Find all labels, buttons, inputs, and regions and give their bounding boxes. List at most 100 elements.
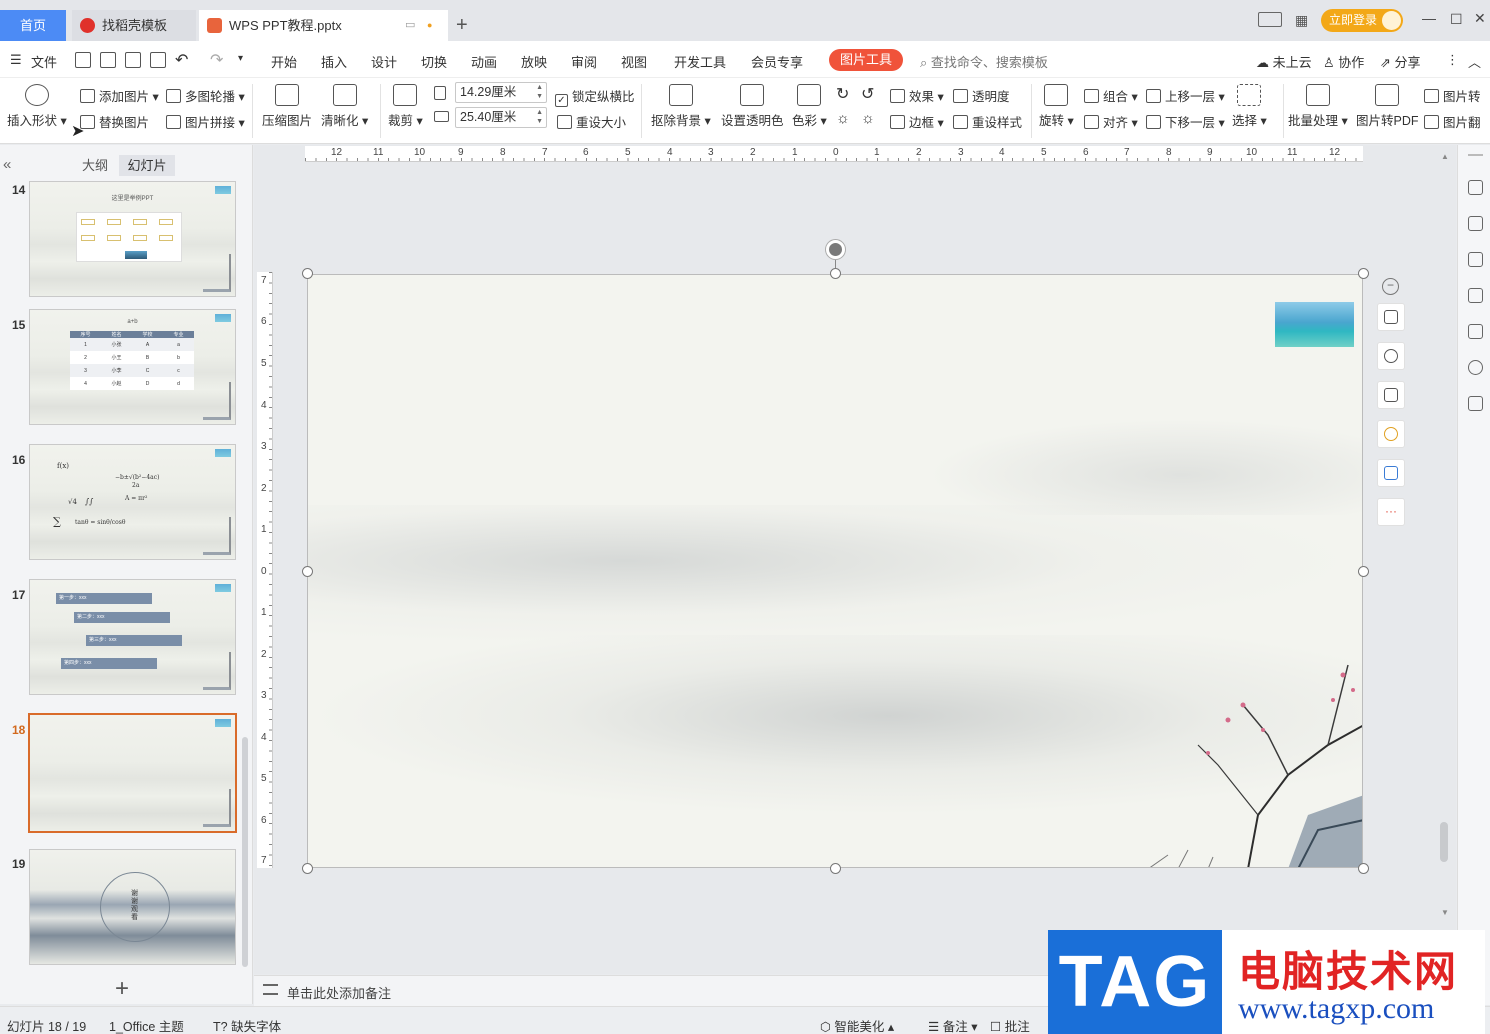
scroll-down-icon[interactable]: ▼	[1441, 908, 1449, 917]
tab-home[interactable]: 首页	[0, 10, 66, 41]
tab-outline[interactable]: 大纲	[75, 155, 115, 176]
missing-font-button[interactable]: T? 缺失字体	[213, 1016, 281, 1034]
insert-shape-button[interactable]: 插入形状 ▾	[7, 84, 67, 129]
menu-view[interactable]: 视图	[621, 52, 647, 71]
effects-button[interactable]: 效果 ▾	[890, 86, 944, 105]
resize-handle[interactable]	[1358, 268, 1369, 279]
settings-sliders-icon[interactable]	[1468, 216, 1483, 231]
menu-transition[interactable]: 切换	[421, 52, 447, 71]
crop-button[interactable]: 裁剪 ▾	[388, 84, 423, 129]
brightness-down-icon[interactable]: ☼	[861, 110, 875, 127]
resize-handle[interactable]	[830, 863, 841, 874]
image-convert-button[interactable]: 图片转	[1424, 86, 1481, 105]
height-input[interactable]: 14.29厘米 ▲ ▼	[455, 82, 547, 103]
current-slide[interactable]	[307, 274, 1363, 868]
zoom-out-icon[interactable]: −	[1382, 278, 1399, 295]
print-icon[interactable]	[125, 52, 141, 68]
copy-icon[interactable]	[1468, 288, 1483, 303]
replace-image-button[interactable]: 替换图片	[80, 112, 149, 131]
image-to-pdf-button[interactable]: 图片转PDF	[1356, 84, 1419, 129]
add-image-button[interactable]: 添加图片 ▾	[80, 86, 159, 105]
share-button[interactable]: ⇗ 分享	[1380, 52, 1421, 71]
menu-start[interactable]: 开始	[271, 52, 297, 71]
smart-beautify-button[interactable]: ⬡ 智能美化 ▴	[820, 1016, 894, 1034]
resize-handle[interactable]	[1358, 566, 1369, 577]
menu-developer[interactable]: 开发工具	[674, 52, 726, 71]
transparency-button[interactable]: 透明度	[953, 86, 1010, 105]
collapse-ribbon-icon[interactable]: ︿	[1468, 52, 1481, 71]
beach-image[interactable]	[1275, 302, 1354, 347]
set-transparent-color-button[interactable]: 设置透明色	[721, 84, 784, 129]
align-button[interactable]: 对齐 ▾	[1084, 112, 1138, 131]
reset-style-button[interactable]: 重设样式	[953, 112, 1022, 131]
batch-process-button[interactable]: 批量处理 ▾	[1288, 84, 1348, 129]
more-dropdown-icon[interactable]: ▾	[238, 53, 243, 64]
notes-toggle-button[interactable]: ☰ 备注 ▾	[928, 1016, 977, 1034]
export-icon[interactable]	[100, 52, 116, 68]
menu-review[interactable]: 审阅	[571, 52, 597, 71]
new-tab-icon[interactable]: +	[456, 14, 468, 37]
collapse-panel-icon[interactable]: «	[3, 156, 11, 173]
rotate-handle-icon[interactable]	[826, 240, 845, 259]
select-button[interactable]: 选择 ▾	[1232, 84, 1267, 129]
notes-placeholder[interactable]: 单击此处添加备注	[287, 983, 391, 1002]
rocket-icon[interactable]	[1468, 180, 1483, 195]
resize-handle[interactable]	[1358, 863, 1369, 874]
menu-design[interactable]: 设计	[371, 52, 397, 71]
spinner-icon[interactable]: ▲ ▼	[536, 83, 543, 101]
multi-carousel-button[interactable]: 多图轮播 ▾	[166, 86, 245, 105]
width-input[interactable]: 25.40厘米 ▲ ▼	[455, 107, 547, 128]
group-button[interactable]: 组合 ▾	[1084, 86, 1138, 105]
contrast-up-icon[interactable]: ↻	[836, 84, 849, 104]
slide-thumbnail-17[interactable]: 第一步：xxx 第二步：xxx 第三步：xxx 第四步：xxx	[29, 579, 236, 695]
crop-float-button[interactable]	[1377, 381, 1405, 409]
minimize-icon[interactable]: —	[1422, 10, 1436, 26]
slide-thumbnail-18[interactable]	[28, 713, 237, 833]
slide-thumbnail-14[interactable]: 这里是举例PPT	[29, 181, 236, 297]
preview-icon[interactable]	[150, 52, 166, 68]
maximize-icon[interactable]: ☐	[1450, 11, 1463, 28]
resize-handle[interactable]	[830, 268, 841, 279]
theme-name[interactable]: 1_Office 主题	[109, 1016, 184, 1034]
contrast-down-icon[interactable]: ↺	[861, 84, 874, 104]
tab-template[interactable]: 找稻壳模板	[72, 10, 196, 41]
compass-icon[interactable]	[1468, 360, 1483, 375]
canvas-scrollbar[interactable]	[1440, 822, 1448, 862]
resize-handle[interactable]	[302, 566, 313, 577]
add-slide-icon[interactable]: +	[115, 975, 129, 1003]
cloud-status[interactable]: ☁ 未上云	[1256, 52, 1312, 71]
star-icon[interactable]	[1468, 252, 1483, 267]
idea-button[interactable]	[1377, 420, 1405, 448]
lock-ratio-checkbox[interactable]: ✓ 锁定纵横比	[555, 86, 635, 107]
monitor-icon[interactable]: ▭	[405, 10, 415, 41]
border-button[interactable]: 边框 ▾	[890, 112, 944, 131]
undo-icon[interactable]: ↶	[175, 50, 188, 70]
tab-document[interactable]: WPS PPT教程.pptx ▭ ●	[199, 10, 448, 41]
comments-button[interactable]: ☐ 批注	[990, 1016, 1030, 1034]
bring-forward-button[interactable]: 上移一层 ▾	[1146, 86, 1225, 105]
more-menu-icon[interactable]: ⋮	[1446, 52, 1459, 68]
book-icon[interactable]	[1468, 396, 1483, 411]
scroll-up-icon[interactable]: ▲	[1441, 152, 1449, 161]
slide-thumbnail-19[interactable]: 谢谢观看	[29, 849, 236, 965]
remove-background-button[interactable]: 抠除背景 ▾	[651, 84, 711, 129]
compress-image-button[interactable]: 压缩图片	[262, 84, 312, 129]
sharpen-button[interactable]: 清晰化 ▾	[321, 84, 368, 129]
login-button[interactable]: 立即登录	[1321, 9, 1403, 32]
hamburger-icon[interactable]: ☰	[10, 52, 22, 68]
collab-button[interactable]: ♙ 协作	[1323, 52, 1364, 71]
layers-button[interactable]	[1377, 303, 1405, 331]
color-button[interactable]: 色彩 ▾	[792, 84, 827, 129]
menu-slideshow[interactable]: 放映	[521, 52, 547, 71]
slide-thumbnail-16[interactable]: f(x) −b±√(b²−4ac) 2a A = πr² tanθ = sinθ…	[29, 444, 236, 560]
resize-handle[interactable]	[302, 863, 313, 874]
send-backward-button[interactable]: 下移一层 ▾	[1146, 112, 1225, 131]
redo-icon[interactable]: ↷	[210, 50, 223, 70]
spinner-icon[interactable]: ▲ ▼	[536, 108, 543, 126]
save-icon[interactable]	[75, 52, 91, 68]
apps-grid-icon[interactable]: ▦	[1295, 12, 1308, 29]
image-edit-button[interactable]	[1377, 459, 1405, 487]
tab-slides[interactable]: 幻灯片	[119, 155, 175, 176]
image-translate-button[interactable]: 图片翻	[1424, 112, 1481, 131]
command-search[interactable]: ⌕ 查找命令、搜索模板	[920, 52, 1048, 71]
